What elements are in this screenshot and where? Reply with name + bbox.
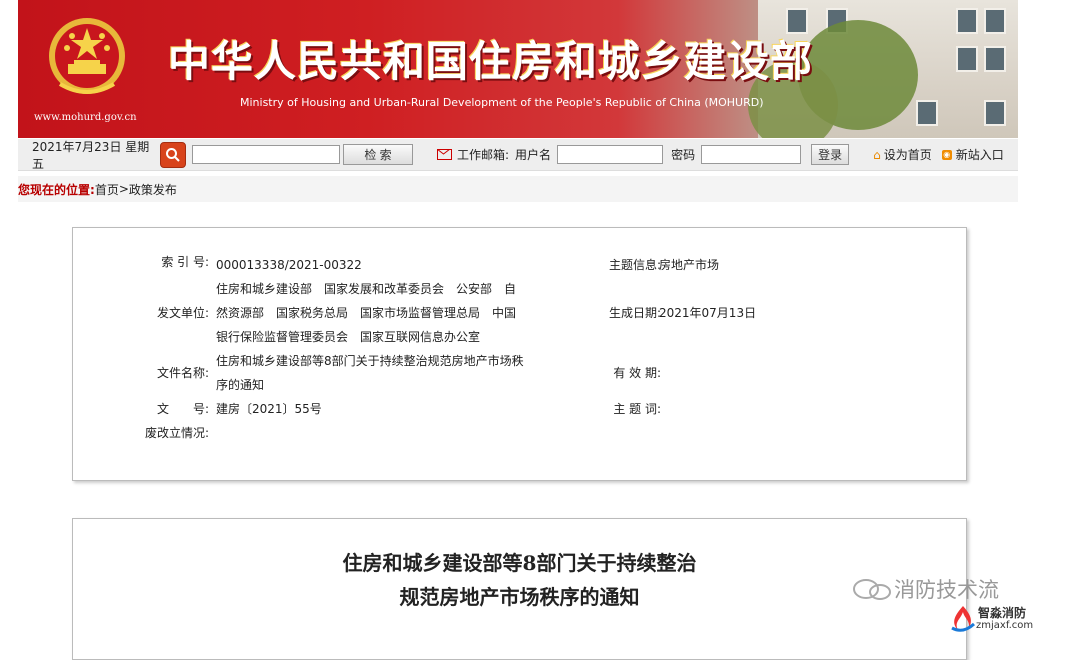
- site-url: www.mohurd.gov.cn: [34, 112, 137, 123]
- watermark-logo: 智淼消防 zmjaxf.com: [948, 602, 1066, 638]
- doc-number-label: 文 号:: [156, 402, 209, 416]
- search-input[interactable]: [192, 145, 340, 164]
- national-emblem-icon: [49, 18, 125, 94]
- watermark-text: 消防技术流: [894, 578, 999, 602]
- doc-number-value: 建房〔2021〕55号: [216, 402, 322, 416]
- current-date: 2021年7月23日 星期五: [32, 139, 150, 171]
- top-toolbar: 2021年7月23日 星期五 检 索 工作邮箱: 用户名 密码 登录 ⌂ 设为首…: [18, 139, 1018, 171]
- topic-value: 房地产市场: [659, 258, 720, 272]
- username-label: 用户名: [515, 148, 552, 162]
- wechat-icon: [853, 579, 891, 600]
- work-mail-label: 工作邮箱:: [457, 148, 510, 162]
- ministry-title-english: Ministry of Housing and Urban-Rural Deve…: [240, 96, 764, 109]
- validity-label: 有 效 期:: [613, 366, 661, 380]
- document-content-panel: 住房和城乡建设部等8部门关于持续整治 规范房地产市场秩序的通知: [72, 518, 967, 660]
- generated-date-value: 2021年07月13日: [659, 306, 757, 320]
- ministry-title: 中华人民共和国住房和城乡建设部: [168, 37, 814, 86]
- watermark: 消防技术流: [852, 574, 999, 604]
- logo-brand-text: 智淼消防: [978, 606, 1027, 620]
- document-title-line1: 住房和城乡建设部等8部门关于持续整治: [342, 551, 697, 575]
- search-button[interactable]: 检 索: [343, 144, 413, 165]
- rss-icon: ◉: [941, 149, 952, 160]
- home-arrow-icon: ⌂: [873, 147, 881, 162]
- search-icon[interactable]: [160, 141, 186, 168]
- logo-url-text: zmjaxf.com: [976, 620, 1034, 631]
- flame-logo-icon: [951, 606, 976, 632]
- new-site-link[interactable]: 新站入口: [956, 146, 1004, 163]
- breadcrumb-current-link[interactable]: 政策发布: [129, 181, 177, 198]
- username-input[interactable]: [557, 145, 664, 164]
- password-input[interactable]: [701, 145, 802, 164]
- issuer-label: 发文单位:: [156, 306, 209, 320]
- generated-date-label: 生成日期:: [608, 306, 661, 320]
- document-title-line2: 规范房地产市场秩序的通知: [399, 585, 640, 609]
- breadcrumb-home-link[interactable]: 首页: [95, 181, 119, 198]
- set-homepage-link[interactable]: 设为首页: [884, 146, 932, 163]
- topic-label: 主题信息:: [608, 258, 661, 272]
- header-banner: www.mohurd.gov.cn 中华人民共和国住房和城乡建设部 Minist…: [18, 0, 1018, 138]
- index-number-value: 000013338/2021-00322: [216, 258, 362, 272]
- filename-label: 文件名称:: [156, 366, 209, 380]
- document-metadata-panel: 索 引 号: 000013338/2021-00322 主题信息: 房地产市场 …: [72, 227, 967, 481]
- breadcrumb-separator: >: [118, 182, 129, 196]
- login-button[interactable]: 登录: [811, 144, 850, 165]
- breadcrumb: 您现在的位置: 首页 > 政策发布: [18, 176, 1018, 202]
- breadcrumb-prefix: 您现在的位置:: [18, 182, 95, 197]
- issuer-value: 住房和城乡建设部 国家发展和改革委员会 公安部 自然资源部 国家税务总局 国家市…: [216, 282, 517, 344]
- abolish-label: 废改立情况:: [144, 426, 209, 440]
- filename-value: 住房和城乡建设部等8部门关于持续整治规范房地产市场秩序的通知: [216, 354, 524, 392]
- mail-icon: [437, 149, 452, 160]
- subject-label: 主 题 词:: [613, 402, 661, 416]
- password-label: 密码: [671, 148, 696, 162]
- index-number-label: 索 引 号:: [161, 255, 209, 269]
